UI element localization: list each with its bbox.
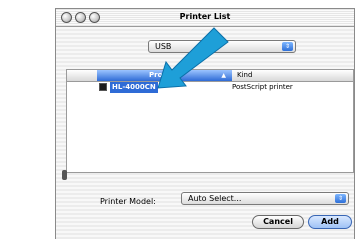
arrow-shape (157, 27, 229, 89)
pointing-arrow-icon (157, 27, 229, 89)
